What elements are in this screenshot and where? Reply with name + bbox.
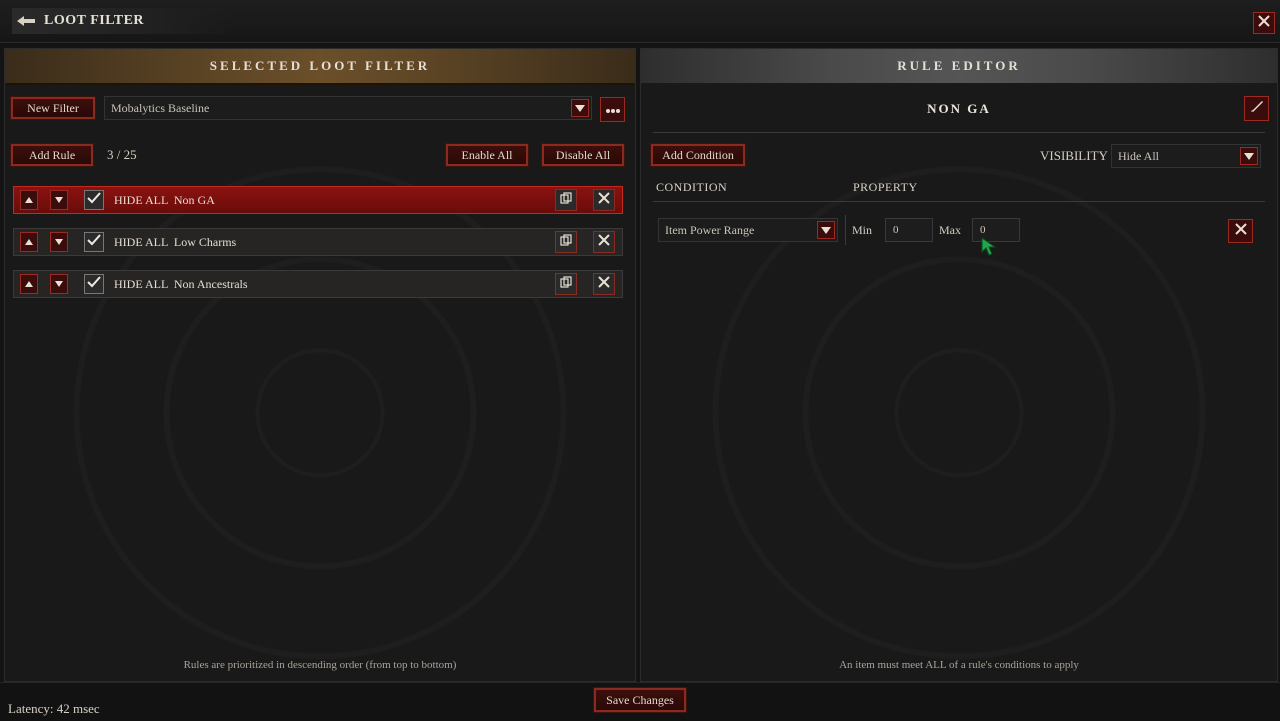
panel-background xyxy=(641,85,1277,681)
filter-select[interactable]: Mobalytics Baseline xyxy=(104,96,592,120)
rule-name-title: NON GA xyxy=(927,101,991,116)
copy-rule-button[interactable] xyxy=(555,189,577,211)
rule-name: Non GA xyxy=(173,193,215,207)
rule-name: Non Ancestrals xyxy=(173,277,248,291)
header-divider xyxy=(653,132,1265,133)
rule-row[interactable]: HIDE ALL Non GA xyxy=(13,186,623,214)
copy-rule-button[interactable] xyxy=(555,273,577,295)
chevron-down-icon[interactable] xyxy=(571,99,589,117)
min-label: Min xyxy=(852,223,873,237)
more-options-button[interactable] xyxy=(600,97,625,122)
rule-enabled-checkbox[interactable] xyxy=(84,190,104,210)
latency-readout: Latency: 42 msec xyxy=(8,701,100,716)
disable-all-button[interactable]: Disable All xyxy=(541,143,625,167)
copy-icon xyxy=(560,275,572,293)
visibility-select-value: Hide All xyxy=(1118,148,1159,163)
rule-name: Low Charms xyxy=(173,235,237,249)
delete-rule-button[interactable] xyxy=(593,273,615,295)
selected-loot-filter-panel: SELECTED LOOT FILTER New Filter Mobalyti… xyxy=(4,48,636,682)
min-input[interactable]: 0 xyxy=(885,218,933,242)
condition-column-header: CONDITION xyxy=(656,180,728,194)
checkmark-icon xyxy=(87,191,101,209)
panel-header-selected-loot-filter: SELECTED LOOT FILTER xyxy=(5,49,635,85)
condition-type-value: Item Power Range xyxy=(665,222,755,237)
move-down-button[interactable] xyxy=(50,232,68,252)
copy-rule-button[interactable] xyxy=(555,231,577,253)
window-title: LOOT FILTER xyxy=(44,13,145,28)
rule-visibility: HIDE ALL xyxy=(114,193,168,207)
move-up-button[interactable] xyxy=(20,232,38,252)
close-window-button[interactable] xyxy=(1253,12,1275,34)
rule-visibility: HIDE ALL xyxy=(114,235,168,249)
close-icon xyxy=(1258,14,1270,32)
close-icon xyxy=(598,233,610,251)
chevron-down-icon[interactable] xyxy=(1240,147,1258,165)
rule-label: HIDE ALL Non GA xyxy=(114,193,215,208)
delete-condition-button[interactable] xyxy=(1228,219,1253,243)
arrow-down-icon xyxy=(55,281,63,287)
enable-all-button[interactable]: Enable All xyxy=(445,143,529,167)
move-up-button[interactable] xyxy=(20,190,38,210)
rename-rule-button[interactable] xyxy=(1244,96,1269,121)
rule-label: HIDE ALL Non Ancestrals xyxy=(114,277,248,292)
move-down-button[interactable] xyxy=(50,274,68,294)
rule-enabled-checkbox[interactable] xyxy=(84,232,104,252)
arrow-down-icon xyxy=(55,197,63,203)
panel-background xyxy=(5,85,635,681)
title-bar: LOOT FILTER xyxy=(0,0,1280,43)
rule-row[interactable]: HIDE ALL Non Ancestrals xyxy=(13,270,623,298)
rule-row[interactable]: HIDE ALL Low Charms xyxy=(13,228,623,256)
delete-rule-button[interactable] xyxy=(593,231,615,253)
close-icon xyxy=(1234,222,1247,240)
back-arrow-icon[interactable] xyxy=(14,15,38,27)
title-wrap: LOOT FILTER xyxy=(12,8,236,34)
arrow-up-icon xyxy=(25,281,33,287)
checkmark-icon xyxy=(87,233,101,251)
quill-pen-icon xyxy=(1250,99,1264,118)
more-dots-icon xyxy=(605,101,621,119)
add-rule-button[interactable]: Add Rule xyxy=(10,143,94,167)
arrow-down-icon xyxy=(55,239,63,245)
visibility-label: VISIBILITY xyxy=(1040,148,1108,163)
checkmark-icon xyxy=(87,275,101,293)
save-changes-button[interactable]: Save Changes xyxy=(593,687,687,713)
filter-select-value: Mobalytics Baseline xyxy=(111,100,210,115)
move-up-button[interactable] xyxy=(20,274,38,294)
priority-footnote: Rules are prioritized in descending orde… xyxy=(183,659,457,671)
copy-icon xyxy=(560,233,572,251)
panel-header-rule-editor: RULE EDITOR xyxy=(641,49,1277,85)
conditions-footnote: An item must meet ALL of a rule's condit… xyxy=(839,659,1079,671)
chevron-down-icon[interactable] xyxy=(817,221,835,239)
close-icon xyxy=(598,275,610,293)
arrow-up-icon xyxy=(25,239,33,245)
add-condition-button[interactable]: Add Condition xyxy=(650,143,746,167)
rule-visibility: HIDE ALL xyxy=(114,277,168,291)
new-filter-button[interactable]: New Filter xyxy=(10,96,96,120)
rule-label: HIDE ALL Low Charms xyxy=(114,235,236,250)
column-divider xyxy=(653,201,1265,202)
move-down-button[interactable] xyxy=(50,190,68,210)
rule-count: 3 / 25 xyxy=(107,147,137,162)
property-column-header: PROPERTY xyxy=(853,180,918,194)
rule-enabled-checkbox[interactable] xyxy=(84,274,104,294)
delete-rule-button[interactable] xyxy=(593,189,615,211)
visibility-select[interactable]: Hide All xyxy=(1111,144,1261,168)
rule-editor-panel: RULE EDITOR NON GA Add Condition VISIBIL… xyxy=(640,48,1278,682)
mouse-cursor-icon xyxy=(981,237,999,262)
copy-icon xyxy=(560,191,572,209)
arrow-up-icon xyxy=(25,197,33,203)
max-label: Max xyxy=(939,223,961,237)
row-divider xyxy=(845,215,846,245)
condition-type-select[interactable]: Item Power Range xyxy=(658,218,838,242)
close-icon xyxy=(598,191,610,209)
